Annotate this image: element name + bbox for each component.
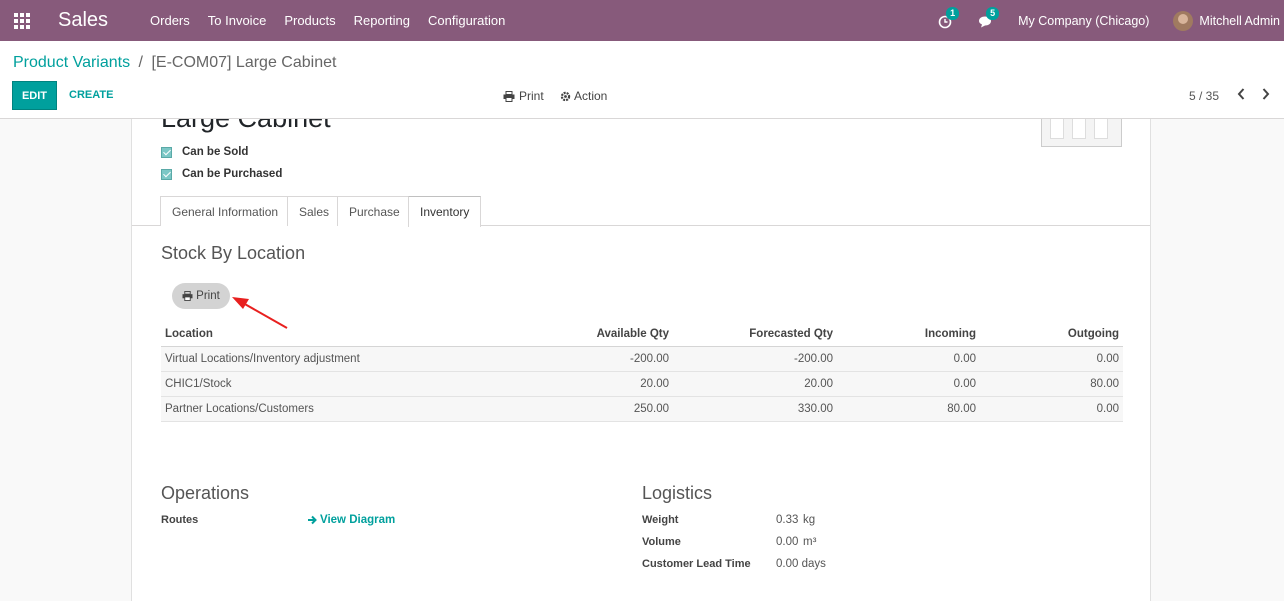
chevron-right-icon[interactable] bbox=[1262, 87, 1270, 103]
breadcrumb: Product Variants / [E-COM07] Large Cabin… bbox=[13, 54, 336, 72]
cell-outgoing: 0.00 bbox=[980, 346, 1123, 372]
cell-incoming: 0.00 bbox=[837, 371, 980, 397]
can-be-sold-checkbox[interactable] bbox=[161, 146, 172, 158]
view-diagram-label: View Diagram bbox=[320, 514, 396, 526]
cell-location: Virtual Locations/Inventory adjustment bbox=[161, 346, 526, 372]
can-be-sold-label: Can be Sold bbox=[182, 146, 249, 158]
stock-print-button[interactable]: Print bbox=[172, 283, 230, 309]
weight-label: Weight bbox=[642, 514, 679, 526]
tab-general-information[interactable]: General Information bbox=[160, 196, 291, 226]
create-button[interactable]: CREATE bbox=[69, 89, 113, 101]
breadcrumb-current: [E-COM07] Large Cabinet bbox=[151, 54, 337, 71]
volume-unit: m³ bbox=[803, 536, 817, 548]
edit-button[interactable]: EDIT bbox=[12, 81, 57, 110]
column-location: Location bbox=[161, 323, 526, 347]
product-image[interactable] bbox=[1041, 119, 1122, 147]
column-available-qty: Available Qty bbox=[526, 323, 673, 347]
user-menu[interactable]: Mitchell Admin bbox=[1199, 14, 1280, 28]
table-row[interactable]: CHIC1/Stock 20.00 20.00 0.00 80.00 bbox=[161, 371, 1123, 397]
menu-orders[interactable]: Orders bbox=[150, 13, 190, 28]
operations-title: Operations bbox=[161, 483, 250, 503]
menu-products[interactable]: Products bbox=[284, 13, 335, 28]
cell-available-qty: 20.00 bbox=[526, 371, 673, 397]
column-forecasted-qty: Forecasted Qty bbox=[673, 323, 837, 347]
stock-table-header: Location Available Qty Forecasted Qty In… bbox=[161, 323, 1123, 347]
company-switcher[interactable]: My Company (Chicago) bbox=[1018, 14, 1149, 28]
breadcrumb-separator: / bbox=[138, 54, 143, 71]
pager-value[interactable]: 5 / 35 bbox=[1189, 89, 1219, 103]
tab-purchase[interactable]: Purchase bbox=[337, 196, 412, 226]
product-name: Large Cabinet bbox=[161, 119, 331, 134]
gear-icon bbox=[560, 91, 571, 101]
weight-value: 0.33 bbox=[776, 514, 799, 526]
tab-inventory[interactable]: Inventory bbox=[408, 196, 482, 227]
cell-available-qty: 250.00 bbox=[526, 396, 673, 422]
activity-icon[interactable]: 1 bbox=[938, 6, 960, 29]
notebook-tabs: General Information Sales Purchase Inven… bbox=[132, 196, 1150, 227]
cell-available-qty: -200.00 bbox=[526, 346, 673, 372]
can-be-purchased-checkbox[interactable] bbox=[161, 168, 172, 180]
stock-table: Location Available Qty Forecasted Qty In… bbox=[161, 323, 1123, 422]
activity-badge: 1 bbox=[946, 6, 960, 20]
control-panel: Product Variants / [E-COM07] Large Cabin… bbox=[0, 41, 1284, 119]
can-be-purchased-label: Can be Purchased bbox=[182, 168, 283, 180]
stock-by-location-title: Stock By Location bbox=[161, 243, 306, 263]
app-name: Sales bbox=[58, 9, 109, 31]
chevron-left-icon[interactable] bbox=[1237, 87, 1245, 103]
apps-menu-icon[interactable] bbox=[0, 0, 44, 41]
action-menu-button[interactable]: Action bbox=[560, 89, 607, 103]
view-diagram-button[interactable]: View Diagram bbox=[307, 514, 395, 526]
can-be-sold-row: Can be Sold bbox=[161, 146, 248, 158]
cell-forecasted-qty: 330.00 bbox=[673, 396, 837, 422]
menu-reporting[interactable]: Reporting bbox=[354, 13, 410, 28]
print-menu-button[interactable]: Print bbox=[503, 89, 544, 103]
can-be-purchased-row: Can be Purchased bbox=[161, 168, 282, 180]
tab-sales[interactable]: Sales bbox=[287, 196, 342, 226]
volume-value: 0.00 bbox=[776, 536, 799, 548]
cell-outgoing: 0.00 bbox=[980, 396, 1123, 422]
logistics-title: Logistics bbox=[642, 483, 713, 503]
stock-print-label: Print bbox=[196, 290, 220, 302]
column-incoming: Incoming bbox=[837, 323, 980, 347]
print-menu-label: Print bbox=[519, 89, 544, 103]
table-row[interactable]: Partner Locations/Customers 250.00 330.0… bbox=[161, 396, 1123, 422]
print-icon bbox=[182, 291, 193, 301]
cell-forecasted-qty: 20.00 bbox=[673, 371, 837, 397]
routes-label: Routes bbox=[161, 514, 199, 526]
table-row[interactable]: Virtual Locations/Inventory adjustment -… bbox=[161, 346, 1123, 372]
breadcrumb-parent[interactable]: Product Variants bbox=[13, 54, 130, 71]
volume-label: Volume bbox=[642, 536, 681, 548]
top-navbar: Sales Orders To Invoice Products Reporti… bbox=[0, 0, 1284, 41]
messages-icon[interactable]: 5 bbox=[978, 6, 1000, 29]
messages-badge: 5 bbox=[986, 6, 1000, 20]
arrow-right-icon bbox=[308, 515, 317, 525]
user-avatar[interactable] bbox=[1173, 10, 1194, 31]
cell-location: Partner Locations/Customers bbox=[161, 396, 526, 422]
print-icon bbox=[503, 90, 515, 102]
customer-lead-time-value: 0.00 days bbox=[776, 558, 826, 570]
form-sheet: Large Cabinet Can be Sold Can be Purchas… bbox=[131, 119, 1151, 601]
weight-unit: kg bbox=[803, 514, 816, 526]
cell-incoming: 80.00 bbox=[837, 396, 980, 422]
action-menu-label: Action bbox=[574, 89, 608, 103]
menu-configuration[interactable]: Configuration bbox=[428, 13, 505, 28]
customer-lead-time-label: Customer Lead Time bbox=[642, 558, 751, 570]
menu-to-invoice[interactable]: To Invoice bbox=[208, 13, 267, 28]
cell-incoming: 0.00 bbox=[837, 346, 980, 372]
column-outgoing: Outgoing bbox=[980, 323, 1123, 347]
cell-location: CHIC1/Stock bbox=[161, 371, 526, 397]
cell-forecasted-qty: -200.00 bbox=[673, 346, 837, 372]
cell-outgoing: 80.00 bbox=[980, 371, 1123, 397]
